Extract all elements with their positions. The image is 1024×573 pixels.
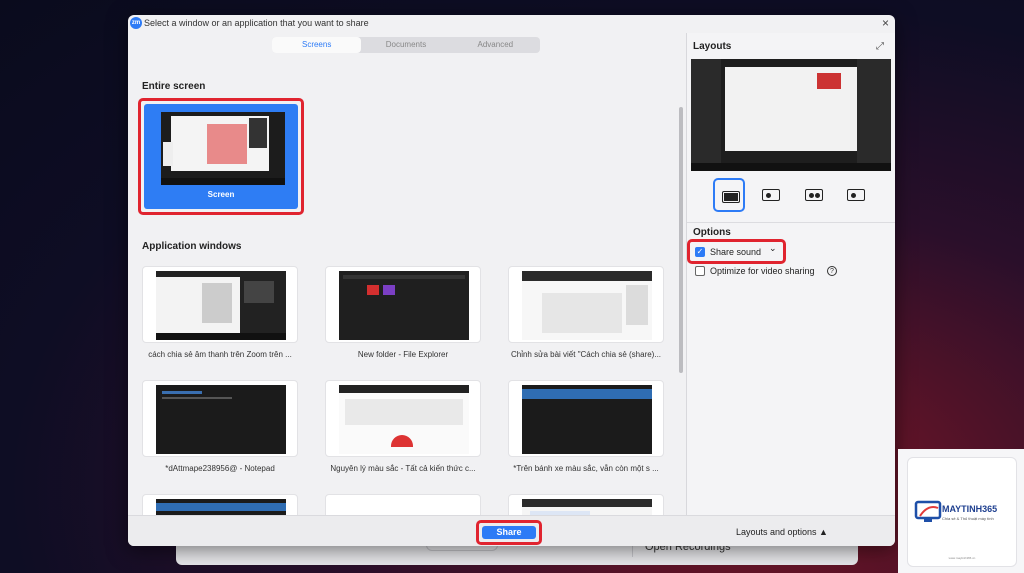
screen-option-inner: Screen xyxy=(144,104,298,209)
layout-options xyxy=(687,178,895,214)
optimize-video-checkbox[interactable] xyxy=(695,266,705,276)
watermark-tagline: Chia sẻ & Thủ thuật máy tính xyxy=(942,516,994,521)
app-thumb-box xyxy=(508,380,664,457)
app-window-notepad[interactable]: *dAttmape238956@ - Notepad xyxy=(142,380,298,485)
share-sound-chevron-icon[interactable]: ⌄ xyxy=(769,243,777,254)
app-window-edit-post[interactable]: Chỉnh sửa bài viết "Cách chia sẻ (share)… xyxy=(508,266,664,371)
app-thumbnail xyxy=(339,385,469,454)
layout-side-by-side-icon xyxy=(847,189,865,201)
screen-option[interactable]: Screen xyxy=(138,98,304,215)
screen-thumbnail xyxy=(161,112,285,185)
app-thumb-box xyxy=(142,266,298,343)
app-window-browser[interactable] xyxy=(508,494,664,515)
layout-prominent[interactable] xyxy=(798,178,830,212)
share-tabs: Screens Documents Advanced xyxy=(272,37,540,53)
share-dialog: zm Select a window or an application tha… xyxy=(128,15,895,546)
entire-screen-heading: Entire screen xyxy=(142,81,206,92)
app-thumbnail xyxy=(522,271,652,340)
application-windows-heading: Application windows xyxy=(142,241,242,252)
screen-label: Screen xyxy=(207,190,235,199)
layout-side-by-side[interactable] xyxy=(840,178,872,212)
app-window-label: New folder - File Explorer xyxy=(357,350,449,359)
app-thumb-box xyxy=(325,494,481,515)
monitor-logo-icon xyxy=(914,500,942,522)
app-thumb-box xyxy=(142,494,298,515)
app-window-label: *Trên bánh xe màu sắc, vẫn còn một s ... xyxy=(513,464,659,473)
sources-panel: Entire screen Screen Application windows xyxy=(128,55,686,515)
app-thumbnail xyxy=(339,271,469,340)
app-window-label: Nguyên lý màu sắc - Tất cả kiến thức c..… xyxy=(330,464,476,473)
app-thumb-box xyxy=(142,380,298,457)
app-thumbnail xyxy=(522,499,652,515)
layout-screen-only[interactable] xyxy=(713,178,745,212)
app-window-label: *dAttmape238956@ - Notepad xyxy=(165,464,275,473)
layout-screen-icon xyxy=(722,191,740,203)
app-window-color-wheel[interactable]: *Trên bánh xe màu sắc, vẫn còn một s ... xyxy=(508,380,664,485)
layout-preview xyxy=(691,59,891,171)
share-sound-label[interactable]: Share sound xyxy=(710,247,761,257)
zoom-logo-icon: zm xyxy=(130,17,142,29)
app-window-file-explorer[interactable]: New folder - File Explorer xyxy=(325,266,481,371)
layouts-heading: Layouts xyxy=(693,41,732,52)
app-thumbnail xyxy=(522,385,652,454)
app-window-label: Chỉnh sửa bài viết "Cách chia sẻ (share)… xyxy=(510,350,662,359)
app-thumb-box xyxy=(508,266,664,343)
app-window-label: cách chia sẻ âm thanh trên Zoom trên ... xyxy=(148,350,292,359)
app-thumbnail xyxy=(156,499,286,515)
layout-standard[interactable] xyxy=(755,178,787,212)
dialog-title: Select a window or an application that y… xyxy=(144,18,369,28)
sources-scrollbar[interactable] xyxy=(679,107,683,373)
app-window-color-theory[interactable]: Nguyên lý màu sắc - Tất cả kiến thức c..… xyxy=(325,380,481,485)
tab-advanced[interactable]: Advanced xyxy=(451,37,540,53)
panel-divider xyxy=(687,222,895,223)
app-window-dark-editor[interactable] xyxy=(142,494,298,515)
title-bar: zm Select a window or an application tha… xyxy=(128,15,895,33)
help-icon[interactable]: ? xyxy=(827,266,837,276)
share-button[interactable]: Share xyxy=(482,526,536,539)
app-thumbnail xyxy=(156,271,286,340)
options-heading: Options xyxy=(693,227,731,238)
dialog-footer: Share Layouts and options ▲ xyxy=(128,515,895,546)
app-thumb-box xyxy=(325,266,481,343)
optimize-video-label[interactable]: Optimize for video sharing xyxy=(710,266,815,276)
close-icon[interactable]: × xyxy=(882,16,889,30)
app-thumb-box xyxy=(508,494,664,515)
share-sound-checkbox[interactable]: ✓ xyxy=(695,247,705,257)
app-thumb-box xyxy=(325,380,481,457)
app-window-blank[interactable] xyxy=(325,494,481,515)
app-window-zoom-article[interactable]: cách chia sẻ âm thanh trên Zoom trên ... xyxy=(142,266,298,371)
watermark-brand: MAYTINH365 xyxy=(942,504,998,514)
tab-screens[interactable]: Screens xyxy=(272,37,362,53)
watermark-card: MAYTINH365 Chia sẻ & Thủ thuật máy tính … xyxy=(907,457,1017,567)
watermark-footer: www.maytinh365.vn xyxy=(948,556,976,560)
layouts-options-panel: Layouts ⤢ Options ✓ Share sound ⌄ Optimi… xyxy=(686,33,895,515)
tab-documents[interactable]: Documents xyxy=(361,37,450,53)
watermark: MAYTINH365 Chia sẻ & Thủ thuật máy tính … xyxy=(898,449,1024,573)
layout-standard-icon xyxy=(762,189,780,201)
layout-prominent-icon xyxy=(805,189,823,201)
layouts-and-options-toggle[interactable]: Layouts and options ▲ xyxy=(736,527,828,537)
expand-icon[interactable]: ⤢ xyxy=(876,41,884,52)
share-button-highlight: Share xyxy=(476,520,542,545)
app-thumbnail xyxy=(156,385,286,454)
